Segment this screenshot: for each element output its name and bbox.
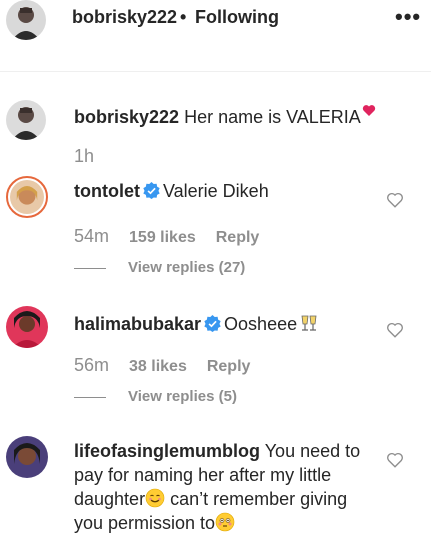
comment-timestamp: 54m — [74, 226, 110, 246]
comment-text: lifeofasinglemumblog You need to pay for… — [74, 439, 374, 535]
post-header: bobrisky222 • Following ••• — [0, 0, 431, 72]
view-replies-label[interactable]: View replies (27) — [128, 259, 245, 276]
caption-timestamp: 1h — [74, 146, 95, 166]
comment-username[interactable]: halimabubakar — [74, 314, 201, 334]
view-replies-label[interactable]: View replies (5) — [128, 388, 237, 405]
comment-username[interactable]: tontolet — [74, 181, 140, 201]
avatar[interactable] — [6, 100, 46, 140]
comment-username[interactable]: lifeofasinglemumblog — [74, 441, 260, 461]
smiling-face-emoji-icon — [145, 488, 165, 508]
view-replies-button[interactable]: View replies (27) — [74, 259, 245, 276]
avatar[interactable] — [6, 306, 48, 348]
follow-status-button[interactable]: Following — [195, 7, 279, 28]
comment-body: Valerie Dikeh — [162, 181, 269, 201]
comment-text: tontolet Valerie Dikeh — [74, 179, 374, 203]
separator-dot: • — [180, 7, 187, 27]
comment-timestamp: 56m — [74, 355, 110, 375]
red-heart-emoji-icon — [362, 105, 375, 116]
clinking-glasses-emoji-icon — [301, 315, 317, 331]
caption-username[interactable]: bobrisky222 — [74, 107, 179, 127]
reply-button[interactable]: Reply — [207, 358, 251, 375]
comment-meta: 56m 38 likes Reply — [74, 355, 250, 376]
avatar[interactable] — [6, 0, 46, 40]
view-replies-button[interactable]: View replies (5) — [74, 388, 237, 405]
like-heart-icon[interactable] — [386, 191, 404, 209]
verified-badge-icon — [143, 182, 160, 199]
reply-button[interactable]: Reply — [216, 229, 260, 246]
comment-body: Oosheee — [224, 314, 298, 334]
comment-text: halimabubakar Oosheee — [74, 312, 374, 336]
avatar[interactable] — [6, 176, 48, 218]
post-author-username[interactable]: bobrisky222 — [72, 7, 177, 28]
like-heart-icon[interactable] — [386, 321, 404, 339]
avatar[interactable] — [6, 436, 48, 478]
like-heart-icon[interactable] — [386, 451, 404, 469]
flushed-face-emoji-icon — [215, 512, 235, 532]
divider-line — [74, 267, 106, 269]
more-options-icon[interactable]: ••• — [395, 4, 421, 30]
comment-meta: 54m 159 likes Reply — [74, 226, 259, 247]
verified-badge-icon — [204, 315, 221, 332]
like-count[interactable]: 38 likes — [129, 358, 187, 375]
caption-body: Her name is VALERIA — [184, 107, 361, 127]
caption-text: bobrisky222 Her name is VALERIA — [74, 104, 376, 128]
divider-line — [74, 396, 106, 398]
like-count[interactable]: 159 likes — [129, 229, 196, 246]
